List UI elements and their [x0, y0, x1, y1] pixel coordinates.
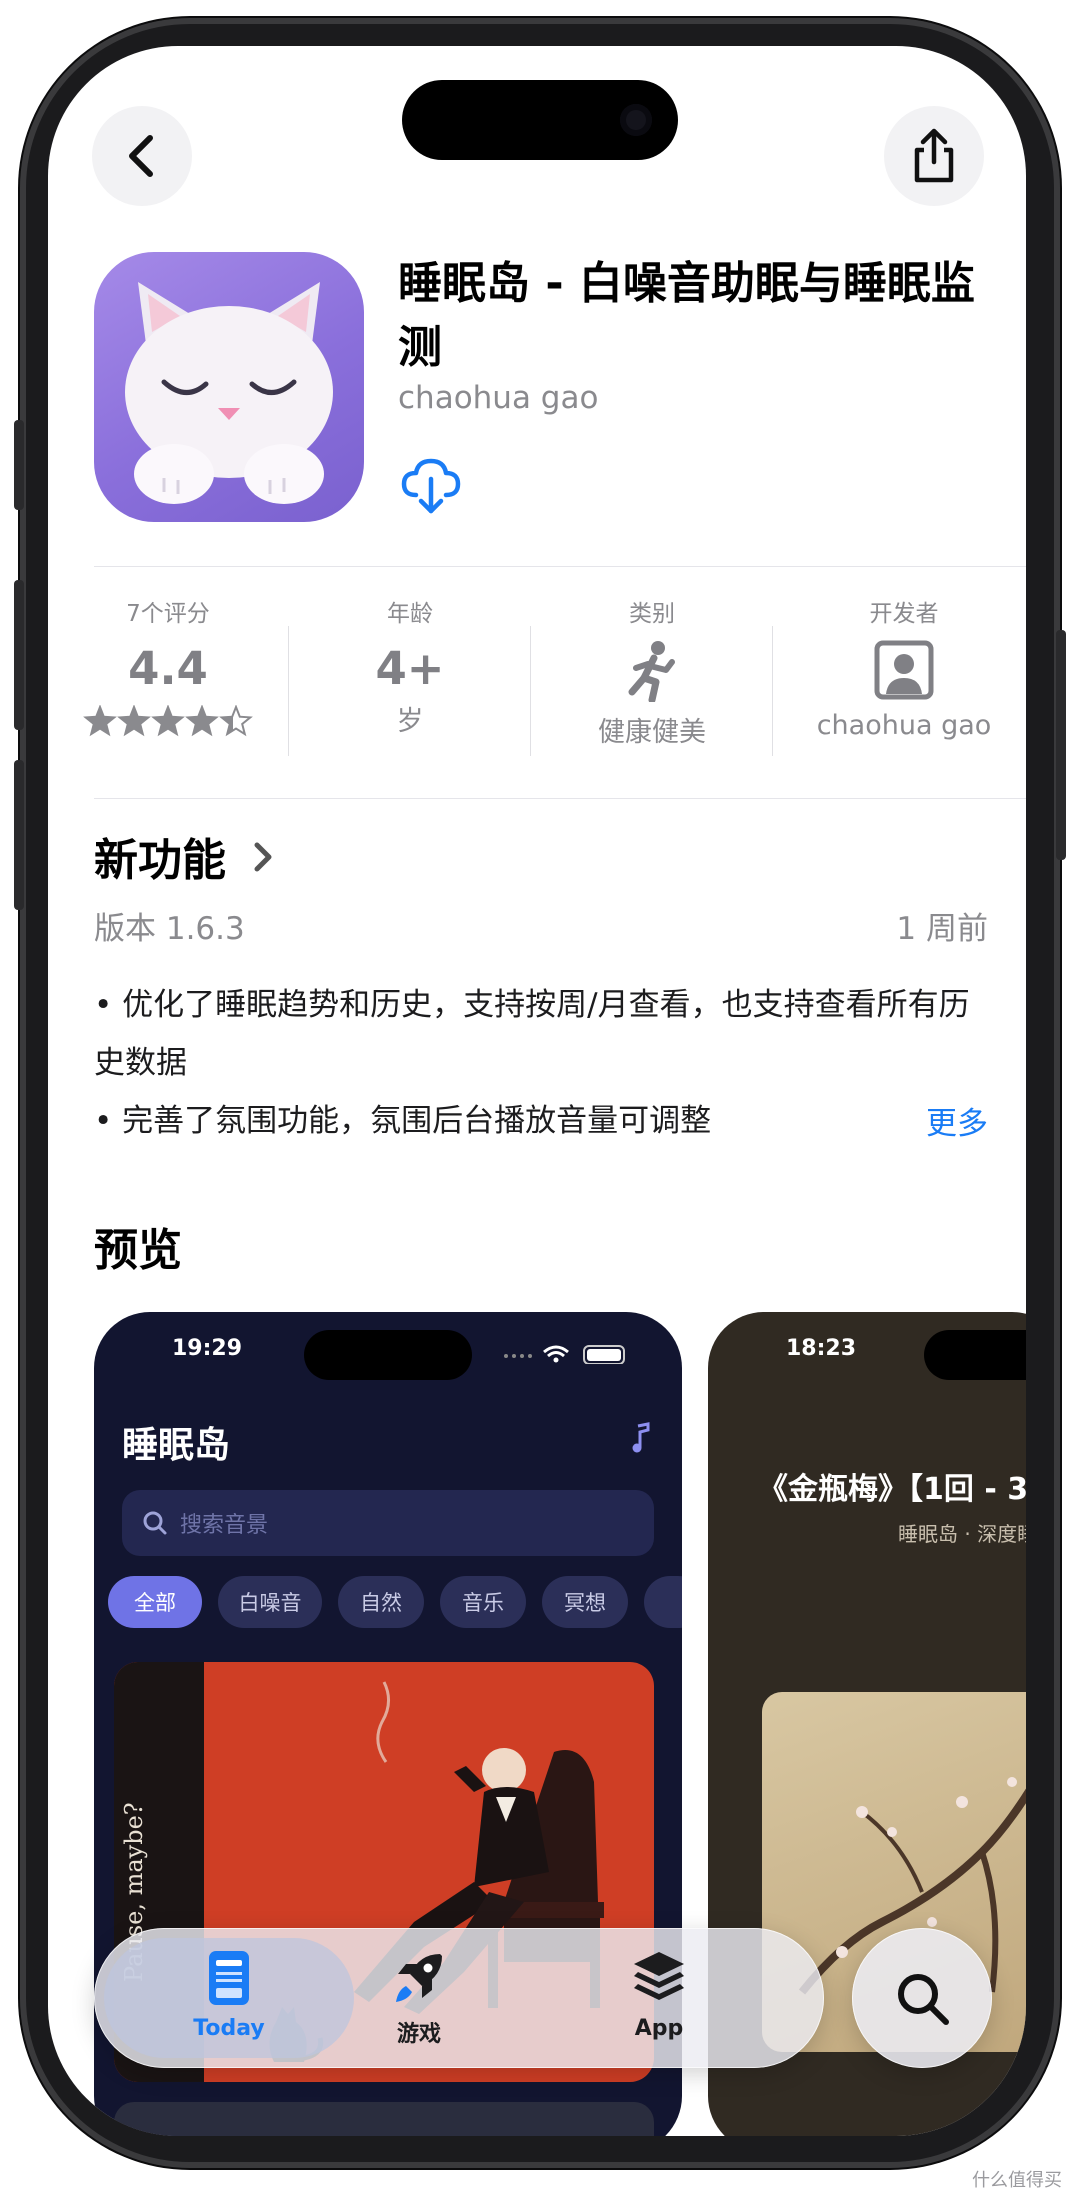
divider [94, 798, 1026, 799]
star-icon [151, 704, 185, 737]
status-time: 19:29 [172, 1336, 243, 1361]
developer-label: 开发者 [869, 601, 939, 627]
today-icon [209, 1951, 249, 2005]
chevron-right-icon [254, 842, 272, 872]
volume-down-button [14, 760, 24, 910]
search-icon [143, 1511, 167, 1535]
separator [530, 626, 531, 756]
volume-up-button [14, 580, 24, 730]
status-time-2: 18:23 [786, 1336, 857, 1361]
star-icon [117, 704, 151, 737]
dynamic-island [402, 80, 678, 160]
runner-icon [532, 640, 772, 704]
preview-title: 预览 [94, 1225, 182, 1276]
chip-white-noise: 白噪音 [218, 1576, 322, 1628]
release-note: • 完善了氛围功能，氛围后台播放音量可调整 [94, 1103, 712, 1139]
star-icon [185, 704, 219, 737]
ratings-count: 7个评分 [126, 601, 210, 627]
chip-meditation: 冥想 [542, 1576, 628, 1628]
chip-all: 全部 [108, 1576, 202, 1628]
mini-dynamic-island [304, 1330, 472, 1380]
cloud-download-icon [401, 458, 461, 514]
star-icon [83, 704, 117, 737]
stat-developer[interactable]: 开发者 chaohua gao [774, 594, 1026, 741]
share-button[interactable] [884, 106, 984, 206]
separator [772, 626, 773, 756]
preview-track-title: 《金瓶梅》【1回 - 35 [758, 1472, 1026, 1507]
developer-name[interactable]: chaohua gao [398, 380, 598, 416]
status-icons [504, 1345, 625, 1364]
share-icon [914, 128, 954, 183]
app-icon [94, 252, 364, 522]
tab-games-label: 游戏 [396, 2022, 441, 2047]
chip-music: 音乐 [440, 1576, 526, 1628]
preview-search-placeholder: 搜索音景 [180, 1513, 269, 1538]
screen: 睡眠岛 - 白噪音助眠与睡眠监测 chaohua gao 7个评分 4.4 年龄… [48, 46, 1026, 2136]
whats-new-title: 新功能 [94, 835, 226, 886]
action-button [14, 420, 24, 510]
release-note: • 优化了睡眠趋势和历史，支持按周/月查看，也支持查看所有历史数据 [94, 987, 970, 1081]
more-link[interactable]: 更多 [926, 1098, 988, 1143]
rating-value: 4.4 [128, 642, 208, 695]
tab-games[interactable]: 游戏 [319, 1948, 519, 2048]
separator [288, 626, 289, 756]
chip-nature: 自然 [338, 1576, 424, 1628]
tab-today-label: Today [193, 2016, 265, 2041]
star-rating [48, 704, 288, 743]
tab-apps[interactable]: App [559, 1948, 759, 2041]
preview-app-name: 睡眠岛 [122, 1425, 231, 1466]
chip-more [644, 1576, 682, 1628]
divider [94, 566, 1026, 567]
age-value: 4+ [375, 642, 445, 695]
tab-apps-label: App [634, 2016, 684, 2041]
age-unit: 岁 [396, 706, 424, 737]
music-note-icon [632, 1422, 650, 1453]
chevron-left-icon [129, 135, 153, 177]
sleeping-cat-icon [125, 282, 333, 504]
layers-icon [634, 1952, 684, 2000]
power-button [1056, 630, 1066, 860]
preview-track-subtitle: 睡眠岛 · 深度睡 [898, 1522, 1026, 1546]
watermark: 什么值得买 [972, 2170, 1062, 2191]
download-button[interactable] [398, 451, 464, 517]
stat-age[interactable]: 年龄 4+ 岁 [290, 594, 530, 738]
tab-today[interactable]: Today [129, 1948, 329, 2041]
app-title: 睡眠岛 - 白噪音助眠与睡眠监测 [398, 258, 975, 373]
category-value: 健康健美 [598, 717, 706, 748]
developer-value: chaohua gao [816, 710, 992, 741]
age-label: 年龄 [387, 601, 433, 627]
release-notes: • 优化了睡眠趋势和历史，支持按周/月查看，也支持查看所有历史数据 • 完善了氛… [94, 976, 994, 1150]
whats-new-header[interactable]: 新功能 [94, 824, 277, 888]
stat-category[interactable]: 类别 健康健美 [532, 594, 772, 749]
search-button[interactable] [852, 1928, 992, 2068]
search-icon [898, 1974, 949, 2025]
star-icon [219, 704, 253, 737]
version-label: 版本 1.6.3 [94, 911, 245, 947]
person-icon [774, 640, 1026, 704]
preview-search-bar: 搜索音景 [122, 1490, 654, 1556]
release-date: 1 周前 [896, 911, 988, 947]
preview-next-item [114, 2102, 654, 2136]
back-button[interactable] [92, 106, 192, 206]
category-label: 类别 [629, 601, 675, 627]
tab-bar: Today 游戏 App [94, 1928, 824, 2068]
rocket-icon [396, 1954, 442, 2002]
mini-dynamic-island [924, 1330, 1026, 1380]
stat-ratings[interactable]: 7个评分 4.4 [48, 594, 288, 743]
